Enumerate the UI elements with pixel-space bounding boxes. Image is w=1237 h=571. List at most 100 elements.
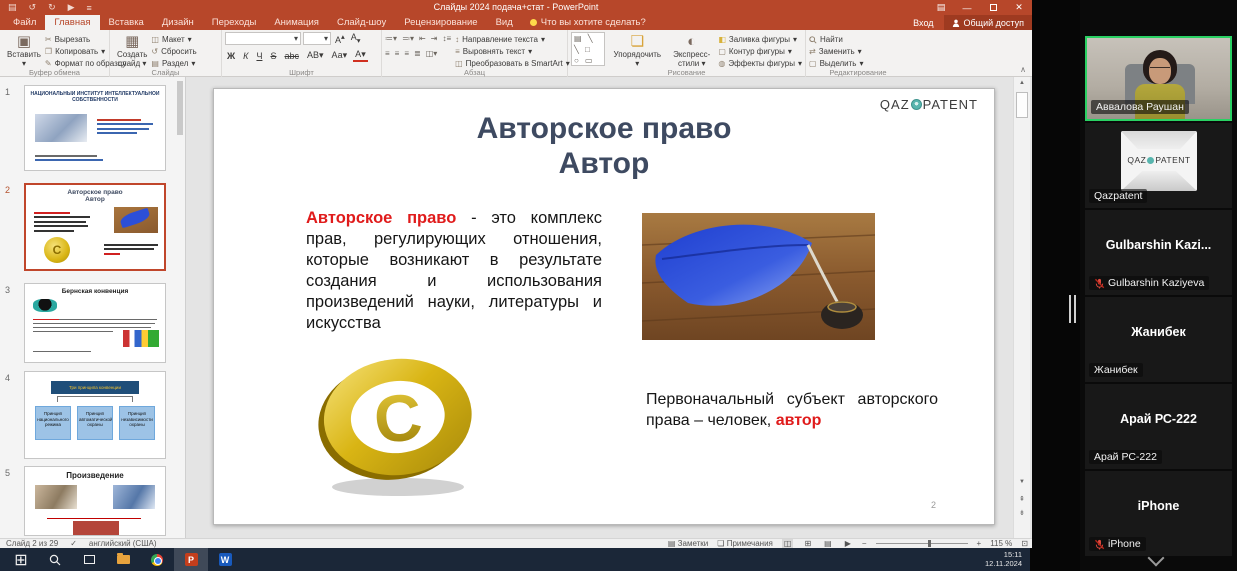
reset-button[interactable]: ↺Сбросить	[151, 46, 196, 57]
tab-file[interactable]: Файл	[4, 15, 45, 30]
minimize-button[interactable]: —	[954, 0, 980, 15]
zoom-slider-knob[interactable]	[928, 540, 931, 547]
participant-video-tile[interactable]: Аввалова Раушан	[1085, 36, 1232, 121]
zoom-slider[interactable]	[876, 543, 968, 544]
new-slide-button[interactable]: ▦ Создать слайд ▾	[113, 32, 151, 68]
replace-button[interactable]: ⇄Заменить ▾	[809, 46, 907, 57]
slide-sorter-view-button[interactable]: ⊞	[802, 539, 813, 548]
slideshow-view-button[interactable]: ▶	[843, 539, 853, 548]
powerpoint-taskbar-button[interactable]: P	[174, 548, 208, 571]
reading-view-button[interactable]: ▤	[822, 539, 834, 548]
fit-to-window-button[interactable]: ⊡	[1021, 539, 1028, 548]
ribbon-display-options-button[interactable]: ▤	[928, 0, 954, 15]
bullets-icon[interactable]: ≔▾	[385, 34, 397, 43]
line-spacing-icon[interactable]: ↕≡	[442, 34, 451, 43]
chrome-button[interactable]	[140, 548, 174, 571]
taskbar-clock[interactable]: 15:11 12.11.2024	[985, 550, 1022, 568]
notes-toggle[interactable]: ▤ Заметки	[668, 539, 708, 548]
slide-title[interactable]: Авторское правоАвтор	[214, 111, 994, 181]
font-name-combo[interactable]: ▾	[225, 32, 301, 45]
subject-text[interactable]: Первоначальный субъект авторского права …	[646, 389, 938, 431]
previous-slide-button[interactable]: ⇞	[1014, 495, 1030, 503]
find-button[interactable]: Найти	[809, 34, 907, 45]
zoom-level[interactable]: 115 %	[990, 539, 1012, 548]
scrollbar-thumb[interactable]	[1016, 92, 1028, 118]
columns-icon[interactable]: ◫▾	[426, 49, 438, 58]
text-direction-button[interactable]: ↕Направление текста ▾	[455, 34, 570, 45]
participant-video-tile[interactable]: Жанибек Жанибек	[1085, 297, 1232, 382]
language-indicator[interactable]: английский (США)	[89, 539, 157, 548]
character-spacing-button[interactable]: АВ▾	[305, 50, 326, 61]
tab-design[interactable]: Дизайн	[153, 15, 203, 30]
tab-view[interactable]: Вид	[487, 15, 522, 30]
change-case-button[interactable]: Аа▾	[330, 50, 350, 61]
arrange-button[interactable]: ❏ Упорядочить▾	[609, 32, 665, 68]
paste-button[interactable]: ▣ Вставить▾	[3, 32, 45, 68]
task-view-button[interactable]	[72, 548, 106, 571]
align-text-button[interactable]: ≡Выровнять текст ▾	[455, 46, 570, 57]
spellcheck-icon[interactable]: ✓	[70, 539, 77, 548]
font-size-combo[interactable]: ▾	[303, 32, 331, 45]
align-center-icon[interactable]: ≡	[395, 49, 400, 58]
tab-slideshow[interactable]: Слайд-шоу	[328, 15, 395, 30]
tab-home[interactable]: Главная	[45, 15, 99, 30]
participant-video-tile[interactable]: iPhone iPhone	[1085, 471, 1232, 556]
share-button[interactable]: Общий доступ	[944, 15, 1032, 30]
collapse-ribbon-icon[interactable]: ∧	[1020, 65, 1026, 74]
shapes-gallery[interactable]: ▤ ╲ ╲ □ ○ ▭ △ ⌐ ¬ ⇨ ⇩ ▱ ✩ ⌒ ( ) ☆ ▾	[571, 32, 605, 66]
slide-thumbnail-3[interactable]: Бернская конвенция	[24, 283, 166, 363]
increase-indent-icon[interactable]: ⇥	[431, 34, 438, 43]
tab-insert[interactable]: Вставка	[100, 15, 153, 30]
strikethrough-button[interactable]: S	[268, 51, 278, 61]
align-left-icon[interactable]: ≡	[385, 49, 390, 58]
bold-button[interactable]: Ж	[225, 51, 237, 61]
scroll-up-icon[interactable]: ▲	[1014, 80, 1030, 86]
layout-button[interactable]: ◫Макет ▾	[151, 34, 196, 45]
tab-transitions[interactable]: Переходы	[203, 15, 266, 30]
zoom-out-button[interactable]: −	[862, 539, 867, 548]
zoom-in-button[interactable]: +	[977, 539, 982, 548]
copyright-gold-logo[interactable]: C	[300, 351, 500, 501]
participant-video-tile[interactable]: Gulbarshin Kazi... Gulbarshin Kaziyeva	[1085, 210, 1232, 295]
participant-video-tile[interactable]: Арай РС-222 Арай РС-222	[1085, 384, 1232, 469]
slide-thumbnail-4[interactable]: Три принципа конвенции Принцип националь…	[24, 371, 166, 459]
slide-body-text[interactable]: Авторское право - это комплекс прав, рег…	[306, 208, 602, 334]
numbering-icon[interactable]: ≕▾	[402, 34, 414, 43]
italic-button[interactable]: К	[241, 51, 250, 61]
slide-thumbnail-1[interactable]: НАЦИОНАЛЬНЫЙ ИНСТИТУТ ИНТЕЛЛЕКТУАЛЬНОЙ С…	[24, 85, 166, 171]
tell-me-box[interactable]: Что вы хотите сделать?	[522, 15, 654, 30]
decrease-indent-icon[interactable]: ⇤	[419, 34, 426, 43]
comments-toggle[interactable]: ❏ Примечания	[717, 539, 773, 548]
slide-thumbnail-5[interactable]: Произведение	[24, 466, 166, 536]
tab-animations[interactable]: Анимация	[265, 15, 328, 30]
start-button[interactable]: ⊞	[4, 548, 38, 571]
shape-fill-button[interactable]: ◧Заливка фигуры ▾	[718, 34, 802, 45]
grow-font-button[interactable]: А▴	[333, 32, 347, 45]
next-slide-button[interactable]: ⇟	[1014, 509, 1030, 517]
slide-canvas[interactable]: QAZPATENT Авторское правоАвтор Авторское…	[213, 88, 995, 525]
screen: ▤ ↺ ↻ ▶ ≡ Слайды 2024 подача+стат - Powe…	[0, 0, 1237, 571]
word-taskbar-button[interactable]: W	[208, 548, 242, 571]
thumbnail-scrollbar[interactable]	[177, 79, 184, 535]
normal-view-button[interactable]: ◫	[782, 539, 794, 548]
sign-in-button[interactable]: Вход	[903, 18, 943, 28]
taskbar-search-button[interactable]	[38, 548, 72, 571]
panel-resize-handle[interactable]	[1069, 295, 1077, 323]
file-explorer-button[interactable]	[106, 548, 140, 571]
close-button[interactable]: ✕	[1006, 0, 1032, 15]
quick-styles-button[interactable]: ◐ Экспресс- стили ▾	[669, 32, 714, 68]
tab-review[interactable]: Рецензирование	[395, 15, 486, 30]
align-right-icon[interactable]: ≡	[404, 49, 409, 58]
font-color-button[interactable]: А▾	[353, 49, 368, 62]
text-shadow-button[interactable]: abc	[282, 51, 301, 61]
participant-video-tile[interactable]: QAZPATENT Qazpatent	[1085, 123, 1232, 208]
feather-photo[interactable]	[642, 213, 875, 340]
scroll-down-icon[interactable]: ▼	[1014, 479, 1030, 485]
restore-button[interactable]	[980, 0, 1006, 15]
shrink-font-button[interactable]: А▾	[349, 32, 363, 45]
shape-outline-button[interactable]: ▢Контур фигуры ▾	[718, 46, 802, 57]
underline-button[interactable]: Ч	[254, 51, 264, 61]
slide-thumbnail-2-selected[interactable]: Авторское правоАвтор C	[24, 183, 166, 271]
editor-scrollbar[interactable]: ▲ ▼ ⇞ ⇟	[1013, 77, 1030, 538]
justify-icon[interactable]: ≣	[414, 49, 421, 58]
